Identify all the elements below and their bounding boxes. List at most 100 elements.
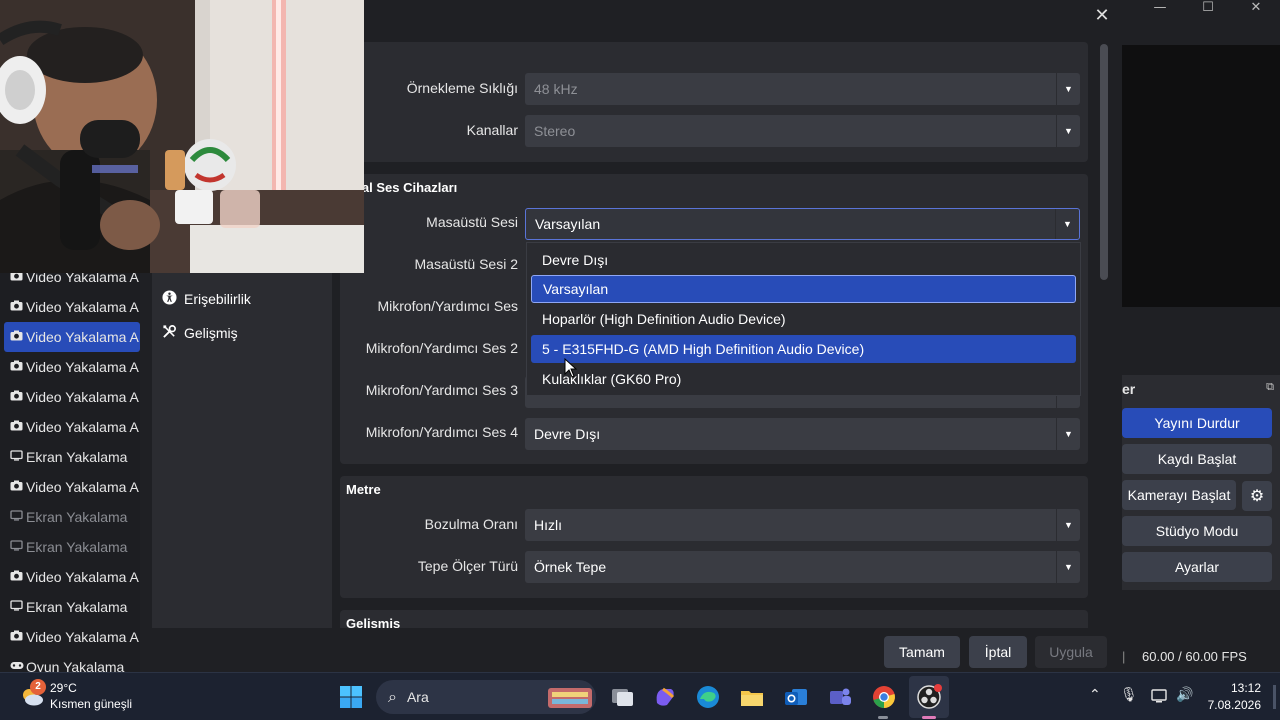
source-item[interactable]: Video Yakalama A bbox=[4, 412, 140, 442]
status-bar: | 60.00 / 60.00 FPS bbox=[1122, 640, 1280, 672]
window-controls: — ☐ ✕ bbox=[1120, 0, 1280, 16]
dropdown-option[interactable]: Hoparlör (High Definition Audio Device) bbox=[531, 305, 1076, 333]
edge-browser-icon[interactable] bbox=[694, 683, 722, 711]
clock-time[interactable]: 13:12 bbox=[1201, 681, 1261, 695]
source-label: Video Yakalama A bbox=[26, 419, 139, 435]
camera-icon bbox=[4, 360, 26, 374]
source-item[interactable]: Ekran Yakalama bbox=[4, 442, 140, 472]
undock-icon[interactable]: ⧉ bbox=[1266, 381, 1274, 394]
mouse-cursor-icon bbox=[564, 358, 578, 378]
taskbar-search[interactable]: ⌕ Ara bbox=[376, 680, 596, 714]
camera-icon bbox=[4, 390, 26, 404]
camera-icon bbox=[4, 630, 26, 644]
desktop-audio-select[interactable]: Varsayılan ▼ bbox=[525, 208, 1080, 240]
stop-stream-button[interactable]: Yayını Durdur bbox=[1122, 408, 1272, 438]
source-item[interactable]: Video Yakalama A bbox=[4, 292, 140, 322]
decay-rate-select[interactable]: Hızlı ▼ bbox=[525, 509, 1080, 541]
windows-start-icon[interactable] bbox=[337, 683, 365, 711]
source-item[interactable]: Ekran Yakalama bbox=[4, 592, 140, 622]
sample-rate-select: 48 kHz ▼ bbox=[525, 73, 1080, 105]
mic-aux-label: Mikrofon/Yardımcı Ses bbox=[377, 298, 518, 314]
nav-item-accessibility[interactable]: Erişebilirlik bbox=[162, 284, 251, 314]
virtual-camera-gear-icon[interactable]: ⚙ bbox=[1242, 481, 1272, 511]
volume-icon[interactable]: 🔊 bbox=[1176, 687, 1193, 703]
preview-canvas[interactable] bbox=[1122, 45, 1280, 307]
dropdown-option[interactable]: Kulaklıklar (GK60 Pro) bbox=[531, 365, 1076, 393]
teams-icon[interactable] bbox=[826, 683, 854, 711]
desktop-audio-dropdown: Devre Dışı Varsayılan Hoparlör (High Def… bbox=[526, 242, 1081, 396]
maximize-button[interactable]: ☐ bbox=[1184, 0, 1232, 16]
taskbar: 2 29°C Kısmen güneşli ⌕ Ara ⌃ 🎙 🔊 13:12 … bbox=[0, 672, 1280, 720]
camera-icon bbox=[4, 420, 26, 434]
accessibility-icon bbox=[162, 289, 184, 309]
mic-aux-3-label: Mikrofon/Yardımcı Ses 3 bbox=[365, 382, 518, 398]
source-label: Video Yakalama A bbox=[26, 479, 139, 495]
search-icon: ⌕ bbox=[388, 687, 397, 706]
gamepad-icon bbox=[4, 660, 26, 672]
camera-icon bbox=[4, 330, 26, 344]
source-item[interactable]: Video Yakalama A bbox=[4, 382, 140, 412]
dropdown-option-selected[interactable]: Varsayılan bbox=[531, 275, 1076, 303]
source-item[interactable]: Video Yakalama A bbox=[4, 622, 140, 652]
task-view-icon[interactable] bbox=[608, 683, 636, 711]
clock-date[interactable]: 7.08.2026 bbox=[1201, 698, 1261, 712]
decay-rate-label: Bozulma Oranı bbox=[424, 516, 518, 532]
peak-meter-type-select[interactable]: Örnek Tepe ▼ bbox=[525, 551, 1080, 583]
tools-icon bbox=[162, 324, 184, 343]
source-item[interactable]: Ekran Yakalama bbox=[4, 532, 140, 562]
copilot-icon[interactable] bbox=[651, 683, 679, 711]
source-label: Video Yakalama A bbox=[26, 329, 139, 345]
nav-item-advanced[interactable]: Gelişmiş bbox=[162, 318, 238, 348]
peak-meter-type-label: Tepe Ölçer Türü bbox=[417, 558, 518, 574]
start-virtual-camera-button[interactable]: Kamerayı Başlat bbox=[1122, 480, 1236, 510]
source-label: Ekran Yakalama bbox=[26, 599, 128, 615]
source-item[interactable]: Video Yakalama A bbox=[4, 472, 140, 502]
source-label: Ekran Yakalama bbox=[26, 539, 128, 555]
file-explorer-icon[interactable] bbox=[738, 683, 766, 711]
monitor-icon bbox=[4, 600, 26, 614]
channels-select: Stereo ▼ bbox=[525, 115, 1080, 147]
start-recording-button[interactable]: Kaydı Başlat bbox=[1122, 444, 1272, 474]
mic-aux-2-label: Mikrofon/Yardımcı Ses 2 bbox=[365, 340, 518, 356]
notification-badge: 2 bbox=[30, 679, 46, 695]
mic-aux-4-select[interactable]: Devre Dışı ▼ bbox=[525, 418, 1080, 450]
source-label: Video Yakalama A bbox=[26, 569, 139, 585]
source-item[interactable]: Video Yakalama A bbox=[4, 322, 140, 352]
search-placeholder: Ara bbox=[406, 689, 429, 705]
status-separator: | bbox=[1122, 648, 1126, 664]
network-icon[interactable] bbox=[1151, 688, 1169, 704]
weather-widget[interactable]: 2 29°C Kısmen güneşli bbox=[20, 679, 160, 715]
settings-scrollbar[interactable] bbox=[1100, 44, 1108, 280]
camera-icon bbox=[4, 570, 26, 584]
chevron-down-icon: ▼ bbox=[1056, 115, 1080, 147]
source-item[interactable]: Video Yakalama A bbox=[4, 562, 140, 592]
ok-button[interactable]: Tamam bbox=[884, 636, 960, 668]
dialog-close-button[interactable]: ✕ bbox=[1090, 4, 1114, 28]
outlook-icon[interactable] bbox=[782, 683, 810, 711]
minimize-button[interactable]: — bbox=[1136, 0, 1184, 16]
close-window-button[interactable]: ✕ bbox=[1232, 0, 1280, 16]
source-label: Video Yakalama A bbox=[26, 299, 139, 315]
obs-studio-icon[interactable] bbox=[915, 683, 943, 711]
source-item[interactable]: Oyun Yakalama bbox=[4, 652, 140, 672]
studio-mode-button[interactable]: Stüdyo Modu bbox=[1122, 516, 1272, 546]
cancel-button[interactable]: İptal bbox=[969, 636, 1027, 668]
select-value: Hızlı bbox=[534, 517, 562, 533]
apply-button: Uygula bbox=[1035, 636, 1107, 668]
dropdown-option[interactable]: Devre Dışı bbox=[531, 246, 1076, 274]
chevron-down-icon: ▼ bbox=[1056, 509, 1080, 541]
show-desktop-button[interactable] bbox=[1273, 685, 1276, 709]
channels-label: Kanallar bbox=[466, 122, 518, 138]
source-item[interactable]: Ekran Yakalama bbox=[4, 502, 140, 532]
chrome-running-indicator bbox=[878, 716, 888, 719]
dropdown-option-hovered[interactable]: 5 - E315FHD-G (AMD High Definition Audio… bbox=[531, 335, 1076, 363]
chrome-icon[interactable] bbox=[870, 683, 898, 711]
microphone-icon[interactable]: 🎙 bbox=[1120, 687, 1138, 703]
chevron-down-icon: ▼ bbox=[1055, 209, 1079, 239]
select-value: Varsayılan bbox=[535, 216, 601, 232]
sample-rate-label: Örnekleme Sıklığı bbox=[406, 80, 518, 96]
settings-button[interactable]: Ayarlar bbox=[1122, 552, 1272, 582]
camera-icon bbox=[4, 300, 26, 314]
source-item[interactable]: Video Yakalama A bbox=[4, 352, 140, 382]
show-hidden-icons-chevron-icon[interactable]: ⌃ bbox=[1089, 687, 1101, 703]
